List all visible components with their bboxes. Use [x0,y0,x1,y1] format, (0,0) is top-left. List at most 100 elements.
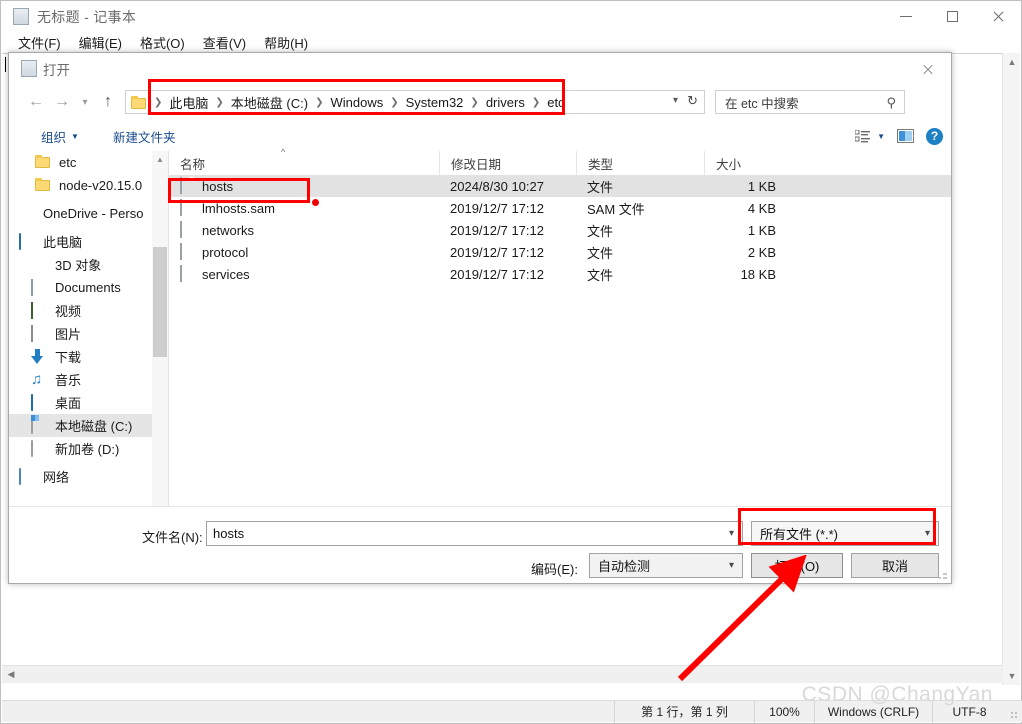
column-header-name[interactable]: ^ 名称 [169,147,439,175]
network-icon [19,467,36,485]
filename-input[interactable]: hosts ▾ [206,521,743,546]
notepad-vertical-scrollbar[interactable]: ▲ ▼ [1002,53,1020,685]
breadcrumb-item-2[interactable]: Windows [327,95,386,110]
notepad-icon [21,60,37,77]
file-name-cell: lmhosts.sam [169,199,439,216]
close-button[interactable] [975,1,1021,31]
column-header-type[interactable]: 类型 [576,151,704,175]
refresh-icon[interactable]: ↻ [687,93,698,109]
tree-item-music[interactable]: ♫ 音乐 [9,368,168,391]
chevron-up-icon[interactable]: ▲ [152,151,168,167]
dialog-title-bar[interactable]: 打开 [9,53,951,83]
tree-item-downloads[interactable]: 下载 [9,345,168,368]
menu-view[interactable]: 查看(V) [194,31,255,54]
dialog-navigation-bar: ← → ▾ ↑ ❯ 此电脑 ❯ 本地磁盘 (C:) ❯ Windows ❯ Sy… [9,85,951,119]
search-input[interactable]: 在 etc 中搜索 ⚲ [715,90,905,114]
tree-item-onedrive[interactable]: OneDrive - Perso [9,202,168,225]
breadcrumb-item-3[interactable]: System32 [403,95,467,110]
breadcrumb-item-0[interactable]: 此电脑 [166,93,211,112]
file-icon [180,243,193,260]
documents-icon [31,278,48,296]
tree-item-etc[interactable]: etc [9,151,168,174]
encoding-select[interactable]: 自动检测 ▾ [589,553,743,578]
breadcrumb-item-4[interactable]: drivers [483,95,528,110]
minimize-button[interactable] [883,1,929,31]
file-name: protocol [202,244,249,260]
back-button[interactable]: ← [23,89,49,115]
command-bar-right-group: ▼ ? [854,121,943,151]
menu-help[interactable]: 帮助(H) [255,31,317,54]
tree-item-node[interactable]: node-v20.15.0 [9,174,168,197]
breadcrumb-separator: ❯ [531,96,541,108]
file-type-filter-select[interactable]: 所有文件 (*.*) ▾ [751,521,939,546]
chevron-down-icon[interactable]: ▾ [673,95,678,106]
tree-item-network[interactable]: 网络 [9,465,168,488]
search-icon[interactable]: ⚲ [886,95,896,111]
open-button[interactable]: 打开(O) [751,553,843,578]
status-cursor-position: 第 1 行，第 1 列 [614,700,754,723]
preview-pane-icon[interactable] [897,129,914,143]
menu-file[interactable]: 文件(F) [9,31,70,54]
scroll-down-icon[interactable]: ▼ [1003,667,1021,685]
tree-item-documents[interactable]: Documents [9,276,168,299]
file-date-cell: 2019/12/7 17:12 [450,222,544,238]
file-type-cell: 文件 [587,223,614,239]
menu-edit[interactable]: 编辑(E) [70,31,131,54]
organize-button[interactable]: 组织 ▼ [31,127,89,146]
file-name-cell: networks [169,221,439,238]
file-name-cell: protocol [169,243,439,260]
tree-item-this-pc[interactable]: 此电脑 [9,230,168,253]
table-row[interactable]: networks 2019/12/7 17:12 文件 1 KB [169,219,951,241]
tree-item-desktop[interactable]: 桌面 [9,391,168,414]
breadcrumb-separator: ❯ [315,96,324,108]
forward-button[interactable]: → [49,89,75,115]
column-label: 大小 [716,157,742,172]
tree-item-3d-objects[interactable]: 3D 对象 [9,253,168,276]
tree-item-label: 此电脑 [43,235,83,250]
breadcrumb-item-1[interactable]: 本地磁盘 (C:) [228,93,311,112]
column-header-size[interactable]: 大小 [704,151,786,175]
maximize-button[interactable] [929,1,975,31]
up-button[interactable]: ↑ [95,89,121,115]
tree-item-local-disk-c[interactable]: 本地磁盘 (C:) [9,414,168,437]
column-label: 名称 [180,157,206,172]
file-type-cell: SAM 文件 [587,201,645,217]
table-row[interactable]: hosts 2024/8/30 10:27 文件 1 KB [169,175,951,197]
file-name: services [202,266,250,282]
tree-item-pictures[interactable]: 图片 [9,322,168,345]
help-icon[interactable]: ? [926,127,943,145]
table-row[interactable]: lmhosts.sam 2019/12/7 17:12 SAM 文件 4 KB [169,197,951,219]
tree-scrollbar-thumb[interactable] [153,247,167,357]
dialog-resize-grip[interactable] [939,571,948,580]
table-row[interactable]: services 2019/12/7 17:12 文件 18 KB [169,263,951,285]
resize-grip[interactable] [1006,701,1022,723]
encoding-value: 自动检测 [598,559,651,574]
menu-format[interactable]: 格式(O) [131,31,194,54]
new-folder-button[interactable]: 新建文件夹 [103,127,186,146]
column-header-date[interactable]: 修改日期 [439,151,576,175]
breadcrumb[interactable]: ❯ 此电脑 ❯ 本地磁盘 (C:) ❯ Windows ❯ System32 ❯… [125,90,705,114]
file-date-cell: 2019/12/7 17:12 [450,244,544,260]
scroll-up-icon[interactable]: ▲ [1003,53,1021,71]
file-date-cell: 2024/8/30 10:27 [450,178,544,194]
table-row[interactable]: protocol 2019/12/7 17:12 文件 2 KB [169,241,951,263]
notepad-title-bar[interactable]: 无标题 - 记事本 [1,1,1021,31]
file-icon [180,177,193,194]
tree-scrollbar[interactable]: ▲ ▼ [152,151,168,549]
tree-item-videos[interactable]: 视频 [9,299,168,322]
scroll-left-icon[interactable]: ◀ [2,666,20,684]
dialog-footer: 文件名(N): hosts ▾ 所有文件 (*.*) ▾ 编码(E): 自动检测… [9,506,951,583]
breadcrumb-separator: ❯ [154,96,163,108]
cancel-button[interactable]: 取消 [851,553,939,578]
recent-locations-button[interactable]: ▾ [75,89,95,115]
chevron-down-icon[interactable]: ▾ [729,528,734,539]
tree-item-label: 图片 [55,327,82,342]
dialog-close-button[interactable] [913,59,943,79]
view-options-button[interactable]: ▼ [854,129,885,143]
breadcrumb-item-5[interactable]: etc [544,95,567,110]
file-type-cell: 文件 [587,179,614,195]
tree-item-new-volume-d[interactable]: 新加卷 (D:) [9,437,168,460]
tree-item-label: etc [59,155,77,170]
notepad-horizontal-scrollbar[interactable]: ◀ [2,665,1003,683]
file-name: networks [202,222,255,238]
